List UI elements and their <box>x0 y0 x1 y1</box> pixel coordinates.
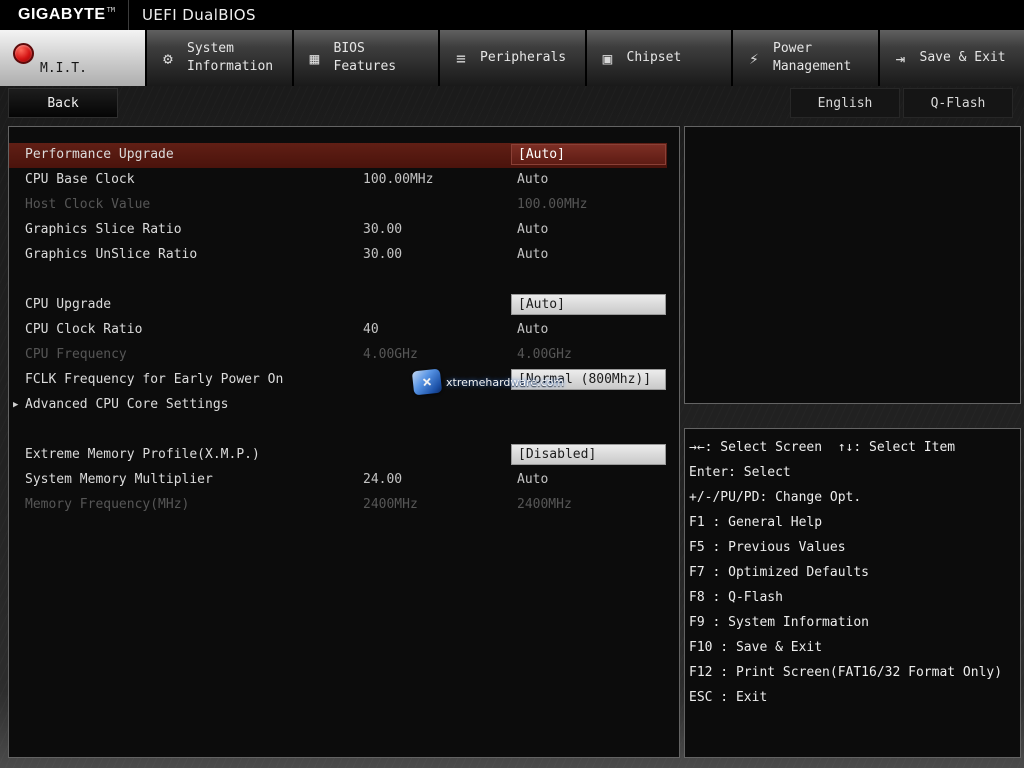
key-help-line: Enter: Select <box>689 465 791 480</box>
setting-row-advanced-cpu-core-settings[interactable]: ▶ Advanced CPU Core Settings <box>9 393 667 418</box>
setting-label: Host Clock Value <box>25 197 151 212</box>
setting-row-fclk-frequency[interactable]: FCLK Frequency for Early Power On [Norma… <box>9 368 667 393</box>
settings-list: Performance Upgrade [Auto] CPU Base Cloc… <box>9 127 679 518</box>
peripherals-icon: ≡ <box>456 48 466 68</box>
tab-save-exit[interactable]: ⇥ Save & Exit <box>879 30 1024 86</box>
tab-mit[interactable]: M.I.T. <box>0 30 145 86</box>
setting-current: 40 <box>363 322 379 337</box>
power-icon: ⚡ <box>749 48 759 68</box>
page-title: UEFI DualBIOS <box>142 6 256 24</box>
setting-label: CPU Upgrade <box>25 297 112 312</box>
setting-label: CPU Frequency <box>25 347 127 362</box>
item-help-panel <box>684 126 1021 404</box>
setting-current: 100.00MHz <box>363 172 434 187</box>
setting-value: 2400MHz <box>517 497 572 512</box>
setting-current: 30.00 <box>363 247 403 262</box>
setting-row-graphics-unslice-ratio[interactable]: Graphics UnSlice Ratio 30.00 Auto <box>9 243 667 268</box>
key-help-line: F5 : Previous Values <box>689 540 846 555</box>
key-help-line: F10 : Save & Exit <box>689 640 823 655</box>
setting-label: System Memory Multiplier <box>25 472 213 487</box>
key-help-line: F12 : Print Screen(FAT16/32 Format Only) <box>689 665 1003 680</box>
bios-screen: GIGABYTE TM UEFI DualBIOS M.I.T. ⚙ Syste… <box>0 0 1024 768</box>
setting-row-cpu-frequency: CPU Frequency 4.00GHz 4.00GHz <box>9 343 667 368</box>
tab-label: System Information <box>187 41 274 74</box>
setting-value[interactable]: [Disabled] <box>511 444 666 465</box>
setting-value[interactable]: [Auto] <box>511 294 666 315</box>
setting-label: Graphics Slice Ratio <box>25 222 182 237</box>
bios-grid-icon: ▦ <box>309 48 320 68</box>
row-spacer <box>9 268 667 293</box>
setting-label: Graphics UnSlice Ratio <box>25 247 198 262</box>
trademark-symbol: TM <box>106 6 115 14</box>
watermark: × xtremehardware.com <box>411 368 565 396</box>
tab-bios-features[interactable]: ▦ BIOS Features <box>293 30 438 86</box>
tab-label: BIOS Features <box>333 41 397 74</box>
tab-label: Save & Exit <box>919 50 1006 66</box>
setting-label: Extreme Memory Profile(X.M.P.) <box>25 447 260 462</box>
qflash-button[interactable]: Q-Flash <box>903 88 1013 118</box>
chipset-icon: ▣ <box>602 48 613 68</box>
setting-value[interactable]: Auto <box>517 472 548 487</box>
setting-row-host-clock-value: Host Clock Value 100.00MHz <box>9 193 667 218</box>
row-spacer <box>9 418 667 443</box>
setting-row-graphics-slice-ratio[interactable]: Graphics Slice Ratio 30.00 Auto <box>9 218 667 243</box>
tab-system-information[interactable]: ⚙ System Information <box>147 30 292 86</box>
setting-label: FCLK Frequency for Early Power On <box>25 372 284 387</box>
setting-row-performance-upgrade[interactable]: Performance Upgrade [Auto] <box>9 143 667 168</box>
watermark-logo-icon: × <box>411 368 443 396</box>
setting-row-xmp[interactable]: Extreme Memory Profile(X.M.P.) [Disabled… <box>9 443 667 468</box>
back-button[interactable]: Back <box>8 88 118 118</box>
tab-label: Chipset <box>626 50 682 66</box>
key-help-line: F8 : Q-Flash <box>689 590 783 605</box>
setting-label: CPU Base Clock <box>25 172 135 187</box>
mit-icon <box>13 43 34 64</box>
tab-label: Peripherals <box>480 50 567 66</box>
key-help-line: F9 : System Information <box>689 615 870 630</box>
setting-label: Advanced CPU Core Settings <box>25 397 229 412</box>
setting-current: 30.00 <box>363 222 403 237</box>
setting-value[interactable]: Auto <box>517 172 548 187</box>
setting-row-memory-frequency: Memory Frequency(MHz) 2400MHz 2400MHz <box>9 493 667 518</box>
tab-chipset[interactable]: ▣ Chipset <box>586 30 731 86</box>
setting-value[interactable]: Auto <box>517 222 548 237</box>
setting-current: 2400MHz <box>363 497 418 512</box>
gigabyte-logo: GIGABYTE <box>18 6 106 23</box>
save-exit-icon: ⇥ <box>895 48 906 68</box>
key-help-line: F7 : Optimized Defaults <box>689 565 870 580</box>
tab-peripherals[interactable]: ≡ Peripherals <box>440 30 585 86</box>
setting-label: Performance Upgrade <box>25 147 174 162</box>
setting-current: 4.00GHz <box>363 347 418 362</box>
setting-row-cpu-base-clock[interactable]: CPU Base Clock 100.00MHz Auto <box>9 168 667 193</box>
top-bar: GIGABYTE TM UEFI DualBIOS <box>0 0 1024 30</box>
setting-value: 4.00GHz <box>517 347 572 362</box>
key-help-line: +/-/PU/PD: Change Opt. <box>689 490 862 505</box>
settings-panel: Performance Upgrade [Auto] CPU Base Cloc… <box>8 126 680 758</box>
setting-value: 100.00MHz <box>517 197 588 212</box>
setting-row-system-memory-multiplier[interactable]: System Memory Multiplier 24.00 Auto <box>9 468 667 493</box>
setting-label: Memory Frequency(MHz) <box>25 497 190 512</box>
tab-label: Power Management <box>773 41 852 74</box>
key-help-line: F1 : General Help <box>689 515 823 530</box>
tab-power-management[interactable]: ⚡ Power Management <box>733 30 878 86</box>
setting-value[interactable]: Auto <box>517 247 548 262</box>
tab-bar: M.I.T. ⚙ System Information ▦ BIOS Featu… <box>0 30 1024 86</box>
setting-row-cpu-clock-ratio[interactable]: CPU Clock Ratio 40 Auto <box>9 318 667 343</box>
setting-value[interactable]: [Auto] <box>511 144 666 165</box>
watermark-text: xtremehardware.com <box>446 375 565 389</box>
submenu-arrow-icon: ▶ <box>13 400 19 410</box>
gear-icon: ⚙ <box>163 48 173 68</box>
key-help-line: →←: Select Screen ↑↓: Select Item <box>689 440 956 455</box>
language-button[interactable]: English <box>790 88 900 118</box>
key-help-line: ESC : Exit <box>689 690 768 705</box>
setting-row-cpu-upgrade[interactable]: CPU Upgrade [Auto] <box>9 293 667 318</box>
setting-label: CPU Clock Ratio <box>25 322 143 337</box>
header-divider <box>128 0 129 30</box>
tab-label: M.I.T. <box>40 61 87 76</box>
key-help-panel: →←: Select Screen ↑↓: Select Item Enter:… <box>684 428 1021 758</box>
setting-current: 24.00 <box>363 472 403 487</box>
setting-value[interactable]: Auto <box>517 322 548 337</box>
